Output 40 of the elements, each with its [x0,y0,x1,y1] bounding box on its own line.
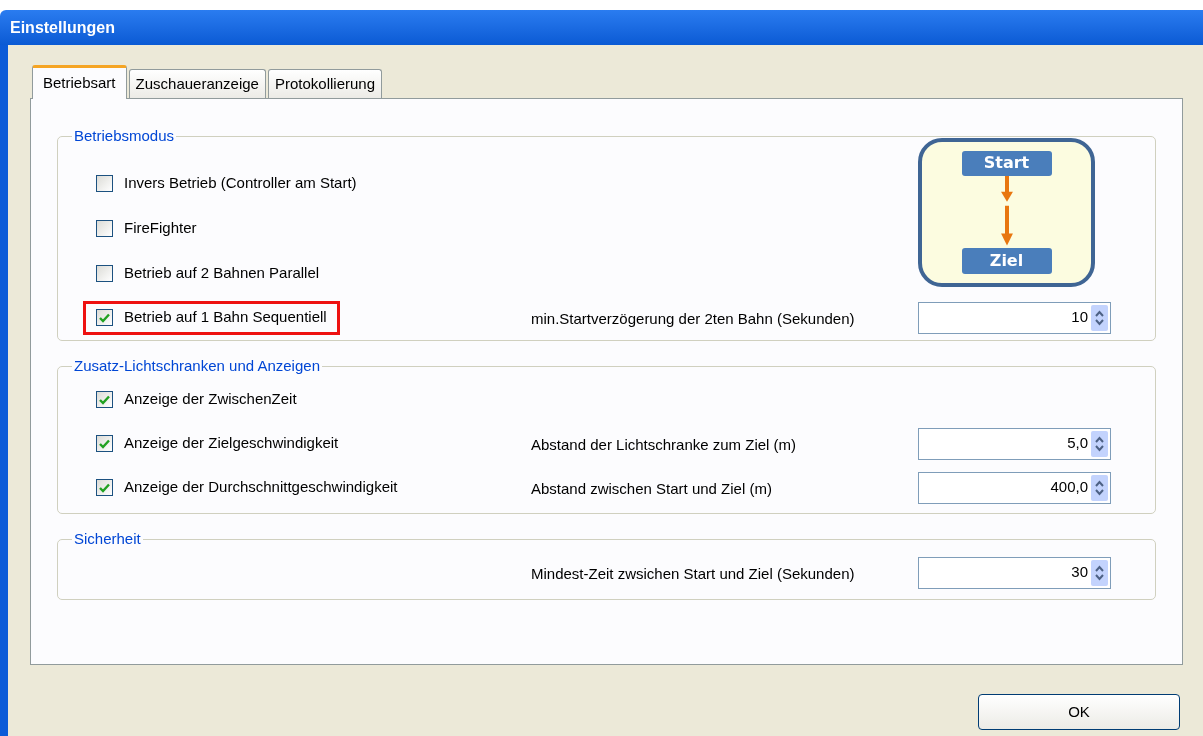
window-title: Einstellungen [0,10,1203,45]
checkbox-label: Invers Betrieb (Controller am Start) [124,173,357,194]
group-title: Sicherheit [73,529,142,549]
checkbox-label: Betrieb auf 2 Bahnen Parallel [124,263,320,284]
number-field[interactable]: 10 [918,301,1111,334]
spin-arrows-icon[interactable] [1091,430,1108,457]
checkbox-label: Anzeige der ZwischenZeit [124,389,297,410]
tab[interactable]: Betriebsart [32,65,127,99]
diagram-node: Start [961,150,1052,177]
spin-arrows-icon[interactable] [1091,474,1108,501]
number-field[interactable]: 30 [918,556,1111,589]
checkbox-label: Betrieb auf 1 Bahn Sequentiell [124,307,327,328]
field-label: Mindest-Zeit zwsichen Start und Ziel (Sekunden) [531,564,856,585]
tab[interactable]: Protokollierung [267,69,383,98]
field-label: Abstand der Lichtschranke zum Ziel (m) [531,435,798,456]
field-label: Abstand zwischen Start und Ziel (m) [531,479,773,500]
checkbox[interactable] [96,220,113,237]
spin-arrows-icon[interactable] [1091,304,1108,331]
number-field[interactable]: 5,0 [918,427,1111,460]
check-icon [99,438,110,449]
field-label: min.Startverzögerung der 2ten Bahn (Sekunden) [531,309,856,330]
checkbox[interactable] [96,435,113,452]
checkbox[interactable] [96,309,113,326]
checkbox-label: Anzeige der Durchschnittgeschwindigkeit [124,477,398,498]
tab[interactable]: Zuschaueranzeige [128,69,266,98]
check-icon [99,312,110,323]
ok-button[interactable]: OK [978,694,1180,730]
check-icon [99,482,110,493]
check-icon [99,394,110,405]
checkbox[interactable] [96,175,113,192]
checkbox[interactable] [96,391,113,408]
checkbox[interactable] [96,479,113,496]
group-title: Zusatz-Lichtschranken und Anzeigen [73,356,321,376]
checkbox-label: FireFighter [124,218,197,239]
checkbox-label: Anzeige der Zielgeschwindigkeit [124,433,339,454]
number-field[interactable]: 400,0 [918,471,1111,504]
spin-arrows-icon[interactable] [1091,559,1108,586]
group-title: Betriebsmodus [73,126,176,146]
checkbox[interactable] [96,265,113,282]
diagram-node: Ziel [961,247,1052,274]
